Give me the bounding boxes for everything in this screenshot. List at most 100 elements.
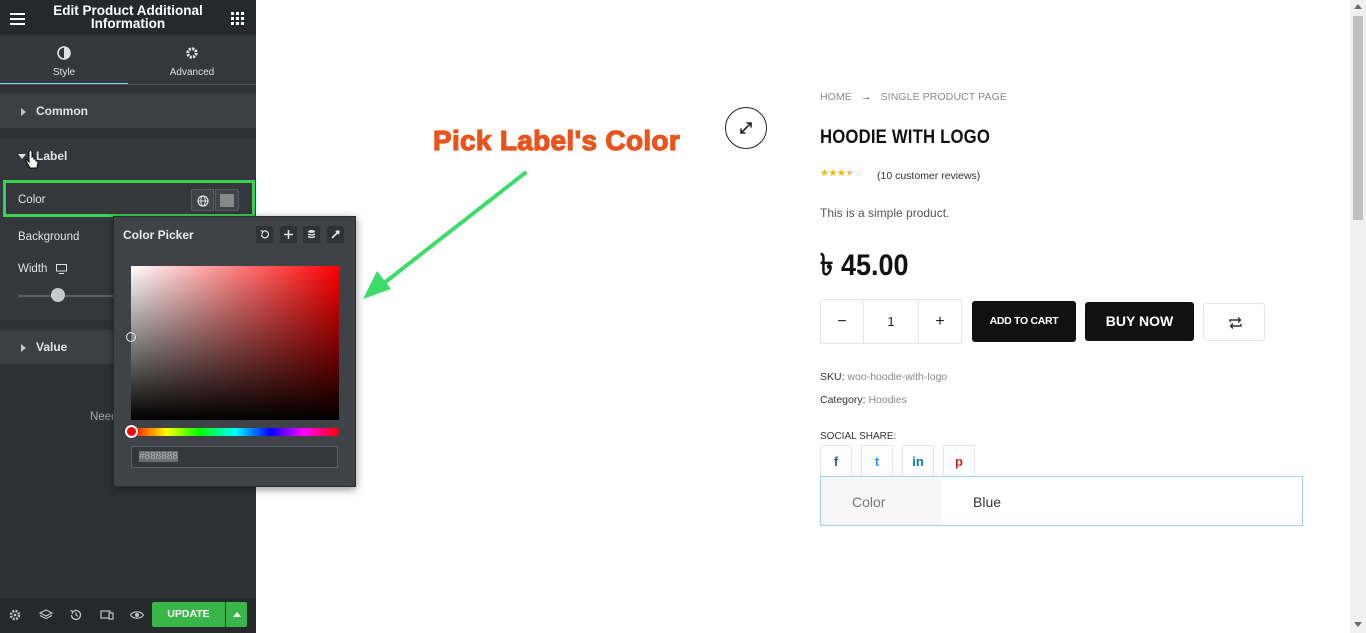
quantity-input[interactable]: 1	[863, 299, 919, 344]
product-category: Category: Hoodies	[820, 394, 907, 406]
pinterest-share-button[interactable]: p	[943, 445, 975, 477]
add-color-button[interactable]	[280, 226, 297, 243]
panel-tabs: Style Advanced	[0, 35, 256, 85]
scrollbar-thumb[interactable]	[1353, 16, 1363, 220]
preview-scrollbar[interactable]	[1350, 0, 1366, 633]
section-common-label: Common	[36, 104, 88, 118]
reset-icon	[260, 229, 270, 239]
eyedropper-icon	[331, 229, 341, 239]
color-picker-popup: Color Picker #888888	[113, 216, 356, 487]
sku-label: SKU:	[820, 371, 845, 383]
update-button[interactable]: UPDATE	[152, 602, 225, 627]
panel-footer: UPDATE	[0, 598, 256, 633]
color-swatch	[220, 194, 234, 207]
tab-advanced-label: Advanced	[169, 67, 215, 78]
compare-arrows-icon	[1229, 317, 1242, 329]
sku-value: woo-hoodie-with-logo	[847, 371, 948, 383]
background-control-label: Background	[18, 231, 80, 243]
globe-icon	[197, 195, 209, 207]
facebook-share-button[interactable]: f	[820, 445, 852, 477]
tab-advanced[interactable]: Advanced	[128, 35, 256, 85]
caret-right-icon	[21, 344, 26, 352]
category-link[interactable]: Hoodies	[868, 394, 907, 406]
color-picker-title: Color Picker	[123, 228, 194, 242]
scroll-down-icon[interactable]	[1354, 622, 1362, 627]
hex-value: #888888	[139, 451, 178, 462]
annotation-label: Pick Label's Color	[432, 124, 681, 156]
breadcrumb: HOME → SINGLE PRODUCT PAGE	[820, 91, 1007, 103]
global-colors-button[interactable]	[191, 189, 214, 211]
table-row: Color	[821, 477, 941, 525]
gallery-expand-button[interactable]	[725, 107, 767, 149]
tab-style-label: Style	[52, 67, 76, 78]
global-colors-stack-button[interactable]	[303, 226, 320, 243]
arrow-right-icon: →	[860, 91, 872, 103]
tab-style[interactable]: Style	[0, 35, 128, 85]
color-control-label: Color	[18, 194, 46, 206]
reviews-link[interactable]: (10 customer reviews)	[877, 170, 980, 182]
preview-eye-icon[interactable]	[129, 607, 145, 623]
star-icon: ★★★	[820, 168, 846, 179]
save-options-button[interactable]	[226, 602, 247, 627]
breadcrumb-home[interactable]: HOME	[820, 91, 852, 103]
social-share-label: SOCIAL SHARE:	[820, 431, 897, 442]
hand-cursor-icon	[25, 151, 39, 169]
quantity-minus-button[interactable]: −	[820, 299, 864, 344]
additional-info-table: Color Blue	[820, 476, 1303, 526]
add-to-cart-button[interactable]: ADD TO CART	[972, 301, 1076, 342]
apps-grid-icon[interactable]	[231, 12, 244, 25]
eyedropper-button[interactable]	[327, 226, 344, 243]
settings-icon[interactable]	[7, 607, 23, 623]
stack-icon	[307, 230, 316, 239]
scroll-up-icon[interactable]	[1354, 4, 1362, 9]
navigator-layers-icon[interactable]	[38, 607, 54, 623]
linkedin-share-button[interactable]: in	[902, 445, 934, 477]
pinterest-icon: p	[955, 454, 963, 469]
width-slider-handle[interactable]	[51, 288, 65, 302]
saturation-handle[interactable]	[126, 332, 136, 342]
panel-title: Edit Product Additional Information	[53, 3, 203, 31]
twitter-share-button[interactable]: t	[861, 445, 893, 477]
linkedin-icon: in	[912, 454, 924, 469]
caret-right-icon	[21, 108, 26, 116]
hex-color-input[interactable]: #888888	[131, 446, 338, 468]
product-price: ৳ 45.00	[820, 249, 909, 282]
quantity-plus-button[interactable]: +	[918, 299, 962, 344]
history-icon[interactable]	[68, 607, 84, 623]
breadcrumb-current: SINGLE PRODUCT PAGE	[880, 91, 1007, 103]
width-control-label: Width	[18, 263, 48, 275]
empty-star-icon: ☆	[853, 168, 863, 179]
product-title: HOODIE WITH LOGO	[820, 127, 991, 148]
section-label-label: Label	[36, 149, 68, 163]
section-common[interactable]: Common	[0, 94, 256, 128]
compare-button[interactable]	[1203, 303, 1265, 341]
twitter-icon: t	[874, 454, 880, 469]
width-slider-track[interactable]	[18, 295, 118, 297]
info-label-cell: Color	[852, 494, 886, 510]
panel-header: Edit Product Additional Information	[0, 0, 256, 35]
annotation-arrow	[363, 171, 527, 299]
menu-icon[interactable]	[10, 10, 25, 28]
product-sku: SKU: woo-hoodie-with-logo	[820, 371, 947, 383]
half-circle-icon	[57, 46, 71, 60]
color-control-row[interactable]: Color	[3, 180, 255, 217]
hue-handle[interactable]	[125, 425, 138, 438]
hue-slider[interactable]	[125, 425, 339, 438]
plus-icon	[284, 230, 293, 239]
info-value-cell: Blue	[973, 494, 1002, 510]
short-description: This is a simple product.	[820, 206, 950, 220]
reset-button[interactable]	[256, 226, 273, 243]
saturation-value-area[interactable]	[126, 266, 339, 420]
facebook-icon: f	[833, 454, 839, 469]
half-star-icon: ★	[845, 168, 854, 179]
caret-up-icon	[233, 612, 241, 617]
responsive-mode-icon[interactable]	[99, 607, 115, 623]
desktop-icon[interactable]	[56, 264, 67, 274]
expand-arrows-icon	[740, 122, 752, 134]
buy-now-button[interactable]: BUY NOW	[1085, 302, 1194, 341]
star-rating: ★★★★☆	[820, 168, 863, 179]
section-value-label: Value	[36, 340, 68, 354]
color-swatch-button[interactable]	[215, 189, 239, 211]
gear-icon	[186, 47, 198, 59]
category-label: Category:	[820, 394, 866, 406]
